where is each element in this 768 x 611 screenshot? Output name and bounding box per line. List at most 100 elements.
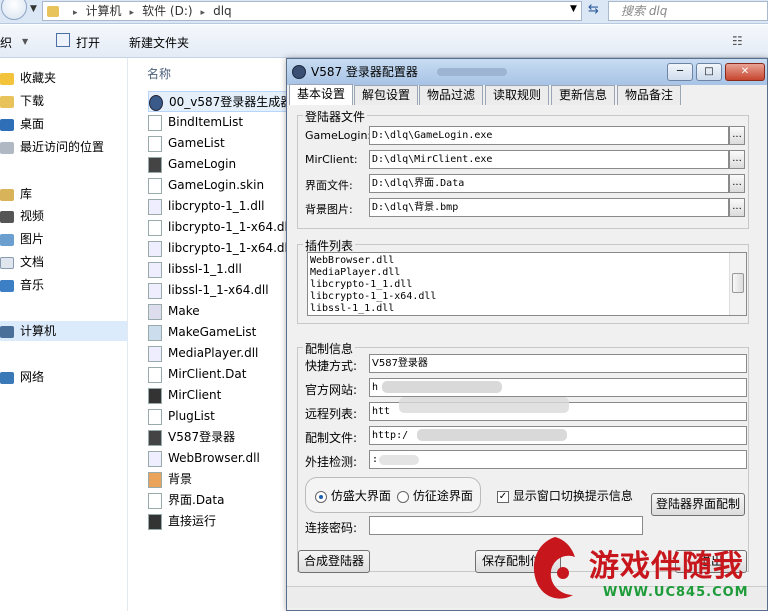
browse-button[interactable]: ... [729, 126, 745, 145]
app-icon [149, 94, 163, 111]
browse-button[interactable]: ... [729, 198, 745, 217]
plugin-listbox[interactable]: WebBrowser.dll MediaPlayer.dll libcrypto… [307, 252, 747, 316]
nav-item-computer[interactable]: 计算机 [0, 321, 127, 341]
list-item[interactable]: MediaPlayer.dll [310, 267, 746, 279]
nav-item-favorites[interactable]: 收藏夹 [0, 68, 56, 88]
file-name: 界面.Data [168, 493, 225, 507]
file-name: 00_v587登录器生成器 [169, 95, 293, 109]
refresh-icon[interactable]: ⇆ [588, 2, 599, 17]
radio-label: 仿盛大界面 [330, 489, 391, 503]
file-item[interactable]: WebBrowser.dll [148, 448, 260, 469]
tab-read-rules[interactable]: 读取规则 [485, 85, 550, 105]
breadcrumb-item[interactable]: dlq [213, 2, 232, 20]
file-item[interactable]: 界面.Data [148, 490, 224, 511]
nav-item-label: 收藏夹 [20, 71, 57, 85]
file-item[interactable]: V587登录器 [148, 427, 235, 448]
ui-config-button[interactable]: 登陆器界面配制 [651, 493, 745, 516]
address-dropdown-icon[interactable]: ▼ [570, 4, 577, 14]
nav-item-libraries[interactable]: 库 [0, 184, 32, 204]
compose-button[interactable]: 合成登陆器 [298, 550, 370, 573]
file-name: MirClient [168, 388, 222, 402]
folder-icon [47, 6, 59, 17]
nav-item-video[interactable]: 视频 [0, 206, 44, 226]
file-item[interactable]: libcrypto-1_1-x64.dll [148, 238, 291, 259]
show-switch-tips-checkbox[interactable]: ✓ 显示窗口切换提示信息 [497, 487, 633, 504]
tab-unpack[interactable]: 解包设置 [354, 85, 419, 105]
organize-button[interactable]: 织 [0, 34, 12, 51]
breadcrumb-item[interactable]: 计算机 [86, 2, 122, 20]
tab-basic[interactable]: 基本设置 [289, 84, 354, 105]
file-item[interactable]: GameList [148, 133, 225, 154]
tab-update-info[interactable]: 更新信息 [551, 85, 616, 105]
new-folder-button[interactable]: 新建文件夹 [129, 34, 189, 51]
file-item[interactable]: MediaPlayer.dll [148, 343, 258, 364]
column-header-name[interactable]: 名称 [147, 65, 171, 82]
view-options-icon[interactable]: ☷ [732, 34, 743, 48]
mirclient-path-field[interactable]: D:\dlq\MirClient.exe [369, 150, 729, 169]
open-icon [56, 33, 70, 47]
image-icon [148, 471, 162, 488]
radio-label: 仿征途界面 [412, 489, 473, 503]
tab-item-notes[interactable]: 物品备注 [617, 85, 682, 105]
browse-button[interactable]: ... [729, 150, 745, 169]
field-label: 快捷方式: [305, 359, 358, 373]
nav-item-music[interactable]: 音乐 [0, 275, 44, 295]
search-input[interactable]: 搜索 dlq [608, 1, 768, 21]
file-icon [148, 135, 162, 152]
file-item[interactable]: libcrypto-1_1-x64.dll [148, 217, 291, 238]
scrollbar-thumb[interactable] [732, 273, 744, 293]
file-item[interactable]: 背景 [148, 469, 192, 490]
file-item[interactable]: PlugList [148, 406, 215, 427]
file-item[interactable]: Make [148, 301, 200, 322]
open-button[interactable]: 打开 [76, 34, 100, 51]
picture-icon [0, 233, 14, 246]
dialog-titlebar[interactable]: V587 登录器配置器 ─ □ ✕ [287, 59, 767, 85]
history-dropdown-icon[interactable]: ▼ [30, 4, 37, 14]
nav-item-pictures[interactable]: 图片 [0, 229, 44, 249]
minimize-button[interactable]: ─ [667, 63, 693, 81]
ui-file-path-field[interactable]: D:\dlq\界面.Data [369, 174, 729, 193]
list-item[interactable]: libcrypto-1_1-x64.dll [310, 291, 746, 303]
nav-item-network[interactable]: 网络 [0, 367, 44, 387]
nav-item-documents[interactable]: 文档 [0, 252, 44, 272]
breadcrumb[interactable]: ▸ 计算机 ▸ 软件 (D:) ▸ dlq [42, 1, 582, 21]
file-item[interactable]: GameLogin [148, 154, 236, 175]
scrollbar[interactable] [729, 253, 746, 315]
shortcut-name-field[interactable]: V587登录器 [369, 354, 747, 373]
background-path-field[interactable]: D:\dlq\背景.bmp [369, 198, 729, 217]
redacted-region [399, 397, 569, 413]
chevron-right-icon: ▸ [73, 8, 78, 18]
dll-icon [148, 240, 162, 257]
radio-zhengtu[interactable]: 仿征途界面 [397, 487, 473, 504]
file-item[interactable]: GameLogin.skin [148, 175, 264, 196]
file-icon [148, 114, 162, 131]
nav-item-desktop[interactable]: 桌面 [0, 114, 44, 134]
list-item[interactable]: libcrypto-1_1.dll [310, 279, 746, 291]
file-item[interactable]: MirClient.Dat [148, 364, 246, 385]
list-item[interactable]: libssl-1_1.dll [310, 303, 746, 315]
browse-button[interactable]: ... [729, 174, 745, 193]
file-icon [148, 408, 162, 425]
file-item[interactable]: 00_v587登录器生成器 [148, 91, 296, 112]
cheat-detection-field[interactable]: : [369, 450, 747, 469]
breadcrumb-item[interactable]: 软件 (D:) [142, 2, 192, 20]
tab-item-filter[interactable]: 物品过滤 [419, 85, 484, 105]
file-item[interactable]: libssl-1_1.dll [148, 259, 242, 280]
radio-shengda[interactable]: 仿盛大界面 [315, 487, 391, 504]
gamelogin-path-field[interactable]: D:\dlq\GameLogin.exe [369, 126, 729, 145]
network-icon [0, 371, 14, 384]
back-button[interactable] [1, 0, 27, 20]
file-item[interactable]: MirClient [148, 385, 221, 406]
file-item[interactable]: libcrypto-1_1.dll [148, 196, 265, 217]
redacted-region [379, 455, 419, 465]
file-item[interactable]: 直接运行 [148, 511, 216, 532]
nav-item-recent[interactable]: 最近访问的位置 [0, 137, 104, 157]
file-item[interactable]: MakeGameList [148, 322, 256, 343]
list-item[interactable]: WebBrowser.dll [310, 255, 746, 267]
file-name: GameList [168, 136, 225, 150]
file-item[interactable]: libssl-1_1-x64.dll [148, 280, 269, 301]
close-button[interactable]: ✕ [725, 63, 765, 81]
restore-button[interactable]: □ [696, 63, 722, 81]
file-item[interactable]: BindItemList [148, 112, 243, 133]
nav-item-downloads[interactable]: 下载 [0, 91, 44, 111]
